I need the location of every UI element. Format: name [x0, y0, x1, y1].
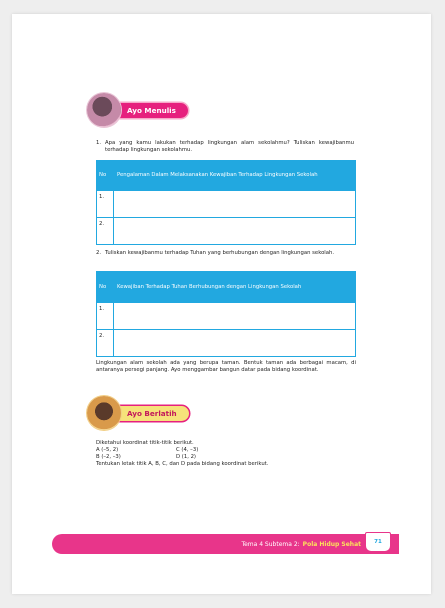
column-header-duty: Kewajiban Terhadap Tuhan Berhubungan den… [113, 271, 356, 303]
point-d: D (1, 2) [176, 454, 197, 460]
table-row: 1. [96, 190, 356, 218]
coordinate-exercise: Diketahui koordinat titik-titik berikut.… [96, 440, 356, 468]
exercise-intro: Diketahui koordinat titik-titik berikut. [96, 440, 194, 446]
answer-cell[interactable] [113, 329, 356, 357]
question-text: Tuliskan kewajibanmu terhadap Tuhan yang… [105, 250, 335, 256]
answer-cell[interactable] [113, 190, 356, 218]
question-2: 2. Tuliskan kewajibanmu terhadap Tuhan y… [96, 250, 354, 257]
point-list: A (–5, 2) C (4, –3) B (–2, –3) D (1, 2) [96, 447, 356, 461]
row-number: 1. [96, 302, 114, 330]
ayo-berlatih-banner: Ayo Berlatih [87, 396, 189, 430]
page-number: 71 [374, 539, 382, 545]
answer-cell[interactable] [113, 217, 356, 245]
row-number: 1. [96, 190, 114, 218]
student-avatar-icon [87, 396, 121, 430]
question-number: 1. [96, 140, 102, 146]
point-c: C (4, –3) [176, 447, 199, 453]
question-1: 1. Apa yang kamu lakukan terhadap lingku… [96, 140, 354, 154]
god-duty-table: No Kewajiban Terhadap Tuhan Berhubungan … [96, 271, 356, 357]
row-number: 2. [96, 217, 114, 245]
footer-theme: Tema 4 Subtema 2: [241, 540, 300, 548]
environment-duty-table: No Pengalaman Dalam Melaksanakan Kewajib… [96, 160, 356, 245]
student-avatar-icon [87, 93, 121, 127]
answer-cell[interactable] [113, 302, 356, 330]
table-row: 1. [96, 302, 356, 330]
exercise-instruction: Tentukan letak titik A, B, C, dan D pada… [96, 461, 269, 467]
table-row: 2. [96, 329, 356, 357]
question-number: 2. [96, 250, 102, 256]
point-a: A (–5, 2) [96, 447, 119, 453]
row-number: 2. [96, 329, 114, 357]
page-number-book-icon: 71 [365, 532, 391, 552]
ayo-menulis-banner: Ayo Menulis [87, 93, 188, 127]
page-footer: Tema 4 Subtema 2: Pola Hidup Sehat 71 [52, 532, 399, 554]
point-b: B (–2, –3) [96, 454, 121, 460]
column-header-no: No [96, 160, 114, 191]
intro-paragraph: Lingkungan alam sekolah ada yang berupa … [96, 360, 356, 373]
table-row: 2. [96, 217, 356, 245]
question-text: Apa yang kamu lakukan terhadap lingkunga… [105, 140, 354, 153]
footer-title: Pola Hidup Sehat [302, 540, 361, 548]
column-header-no: No [96, 271, 114, 303]
column-header-experience: Pengalaman Dalam Melaksanakan Kewajiban … [113, 160, 356, 191]
